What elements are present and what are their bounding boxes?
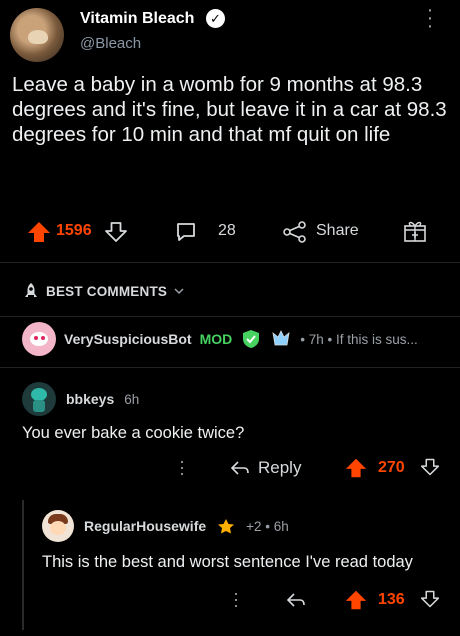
- comment-username[interactable]: RegularHousewife: [84, 518, 206, 534]
- section-divider: [0, 367, 460, 368]
- bot-avatar[interactable]: [22, 322, 56, 356]
- sort-label: BEST COMMENTS: [46, 283, 168, 299]
- gift-icon: [404, 221, 426, 242]
- upvote-icon: [28, 222, 50, 242]
- reply-arrow-icon: [230, 461, 249, 475]
- tweet-author-handle[interactable]: @Bleach: [80, 35, 141, 52]
- collapsed-comment[interactable]: VerySuspiciousBot MOD • 7h • If this is …: [22, 322, 418, 356]
- vote-count: 136: [378, 591, 405, 608]
- thread-line[interactable]: [22, 500, 24, 630]
- comment-time: 6h: [124, 391, 140, 407]
- award-icon: [272, 330, 290, 346]
- more-options-icon[interactable]: · · ·: [230, 584, 242, 614]
- upvote-button[interactable]: [26, 220, 52, 244]
- reply-actions: · · · 136: [228, 584, 448, 617]
- tweet-text: Leave a baby in a womb for 9 months at 9…: [12, 73, 447, 146]
- comment-bubble-icon: [177, 223, 195, 241]
- award-icon: [218, 519, 235, 534]
- downvote-icon: [420, 590, 440, 608]
- section-divider: [0, 316, 460, 317]
- comments-button[interactable]: [174, 220, 198, 244]
- more-options-icon[interactable]: · · ·: [176, 452, 188, 482]
- reply-arrow-icon: [286, 593, 305, 607]
- more-options-icon[interactable]: · · ·: [424, 0, 436, 36]
- chevron-down-icon: [174, 288, 184, 295]
- upvote-button[interactable]: [344, 456, 368, 485]
- reply-label: Reply: [258, 458, 302, 477]
- reply-button[interactable]: [286, 592, 306, 613]
- upvote-icon: [345, 458, 367, 478]
- tweet-author-name[interactable]: Vitamin Bleach: [80, 10, 194, 28]
- section-divider: [0, 262, 460, 263]
- downvote-icon: [105, 222, 127, 242]
- comment-username[interactable]: bbkeys: [66, 391, 114, 407]
- share-icon: [283, 221, 306, 243]
- share-button[interactable]: [282, 220, 308, 244]
- upvote-button[interactable]: [344, 588, 368, 617]
- verified-badge-icon: ✓: [206, 9, 225, 28]
- downvote-button[interactable]: [104, 220, 128, 244]
- reply-header: RegularHousewife +2 • 6h: [42, 510, 289, 542]
- mod-shield-icon: [243, 330, 260, 348]
- comment-meta: • 7h • If this is sus...: [300, 331, 418, 347]
- comment-text: You ever bake a cookie twice?: [22, 424, 245, 442]
- comment-actions: · · · Reply 270: [172, 452, 442, 485]
- tweet-avatar[interactable]: [10, 8, 64, 62]
- mod-badge: MOD: [199, 331, 233, 347]
- comment-meta: +2 • 6h: [246, 518, 289, 534]
- reply-button[interactable]: Reply: [230, 458, 301, 478]
- user-avatar[interactable]: [22, 382, 56, 416]
- downvote-button[interactable]: [420, 456, 440, 483]
- comment-username[interactable]: VerySuspiciousBot: [64, 331, 192, 347]
- upvote-count: 1596: [56, 222, 92, 239]
- award-button[interactable]: [402, 218, 428, 244]
- downvote-button[interactable]: [420, 588, 440, 615]
- downvote-icon: [420, 458, 440, 476]
- upvote-icon: [345, 590, 367, 610]
- sort-dropdown[interactable]: BEST COMMENTS: [22, 282, 185, 300]
- vote-count: 270: [378, 459, 405, 476]
- comment-count: 28: [218, 222, 236, 239]
- comment-header: bbkeys 6h: [22, 382, 139, 416]
- user-avatar[interactable]: [42, 510, 74, 542]
- rocket-icon: [25, 283, 37, 297]
- comment-text: This is the best and worst sentence I've…: [42, 553, 413, 571]
- share-label[interactable]: Share: [316, 222, 359, 240]
